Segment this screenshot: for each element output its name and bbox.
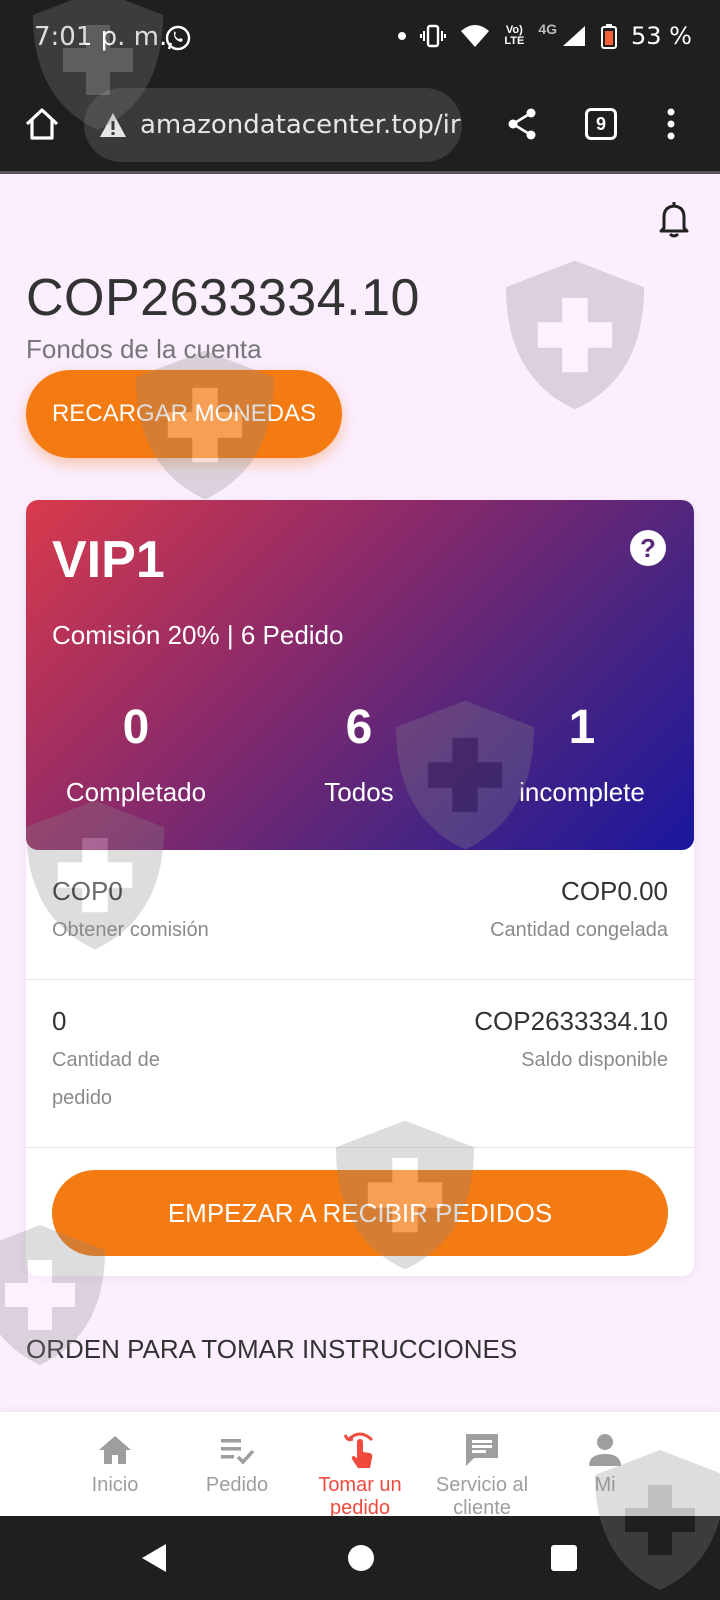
stat-value: 6	[345, 701, 373, 754]
bottom-nav: Inicio Pedido Tomar un pedido Servicio a…	[0, 1412, 720, 1516]
home-button[interactable]	[348, 1545, 374, 1571]
warning-icon[interactable]	[98, 110, 128, 140]
wifi-icon	[461, 25, 490, 47]
orders-value: 0	[52, 1006, 67, 1036]
commission-cell: COP0 Obtener comisión	[52, 876, 209, 941]
nav-label: Servicio al cliente	[435, 1474, 529, 1516]
frozen-cell: COP0.00 Cantidad congelada	[490, 876, 668, 941]
watermark-shield-icon	[505, 260, 645, 410]
commission-row: COP0 Obtener comisión COP0.00 Cantidad c…	[26, 850, 694, 980]
share-icon[interactable]	[504, 106, 540, 142]
orders-cell: 0 Cantidad de pedido	[52, 1006, 160, 1117]
stat-label: Completado	[65, 777, 207, 807]
available-cell: COP2633334.10 Saldo disponible	[474, 1006, 668, 1079]
orders-label: Cantidad de pedido	[52, 1049, 160, 1109]
back-icon[interactable]	[138, 1542, 168, 1574]
frozen-value: COP0.00	[561, 876, 668, 906]
bell-icon[interactable]	[656, 200, 692, 240]
commission-label: Obtener comisión	[52, 919, 209, 941]
home-icon[interactable]	[22, 104, 62, 144]
account-balance-label: Fondos de la cuenta	[26, 334, 262, 364]
whatsapp-icon	[165, 25, 191, 51]
available-label: Saldo disponible	[521, 1049, 668, 1071]
nav-label: Tomar un pedido	[318, 1474, 402, 1516]
browser-toolbar: amazondatacenter.top/ir 9	[0, 80, 720, 174]
stat-all: 6 Todos	[249, 700, 469, 808]
status-bar: 7:01 p. m. Vo) LTE 4G 53 %	[0, 0, 720, 80]
commission-value: COP0	[52, 876, 123, 906]
stat-completed: 0 Completado	[26, 700, 246, 808]
stat-value: 1	[568, 701, 596, 754]
start-orders-button[interactable]: EMPEZAR A RECIBIR PEDIDOS	[52, 1170, 668, 1256]
home-icon	[99, 1436, 131, 1464]
nav-item-mi[interactable]: Mi	[544, 1430, 666, 1497]
stat-label: Todos	[324, 777, 394, 807]
tab-switcher-button[interactable]: 9	[585, 108, 617, 140]
stat-value: 0	[122, 701, 150, 754]
recents-button[interactable]	[551, 1545, 577, 1571]
signal-icon	[563, 26, 586, 46]
available-value: COP2633334.10	[474, 1006, 668, 1036]
nav-item-pedido[interactable]: Pedido	[176, 1430, 298, 1497]
instructions-title: ORDEN PARA TOMAR INSTRUCCIONES	[26, 1334, 518, 1364]
network-4g-label: 4G	[538, 21, 558, 37]
account-balance: COP2633334.10	[26, 269, 420, 327]
nav-item-inicio[interactable]: Inicio	[54, 1430, 176, 1497]
vibrate-icon	[420, 24, 447, 48]
status-time: 7:01 p. m.	[34, 22, 168, 52]
tap-icon	[343, 1432, 374, 1468]
notification-dot	[398, 32, 407, 40]
frozen-label: Cantidad congelada	[490, 919, 668, 941]
nav-item-tomar-pedido[interactable]: Tomar un pedido	[299, 1430, 421, 1516]
more-vert-icon[interactable]	[664, 106, 678, 142]
battery-percent: 53 %	[631, 22, 692, 50]
orders-row: 0 Cantidad de pedido COP2633334.10 Saldo…	[26, 980, 694, 1148]
list-check-icon	[221, 1439, 255, 1465]
nav-item-servicio[interactable]: Servicio al cliente	[421, 1430, 543, 1516]
vip-level: VIP1	[52, 531, 165, 589]
volte-indicator: Vo) LTE	[504, 24, 525, 47]
vip-commission: Comisión 20% | 6 Pedido	[52, 620, 344, 650]
nav-label: Mi	[594, 1474, 616, 1496]
status-indicators: Vo) LTE 4G 53 %	[398, 21, 692, 50]
person-icon	[589, 1434, 621, 1466]
recharge-button[interactable]: RECARGAR MONEDAS	[26, 370, 342, 458]
vip-card: VIP1 ? Comisión 20% | 6 Pedido 0 Complet…	[26, 500, 694, 1276]
battery-icon	[601, 24, 618, 49]
help-icon[interactable]: ?	[630, 530, 666, 566]
vip-banner: VIP1 ? Comisión 20% | 6 Pedido 0 Complet…	[26, 500, 694, 850]
system-nav-bar	[0, 1516, 720, 1600]
chat-icon	[466, 1434, 498, 1466]
nav-label: Pedido	[205, 1474, 269, 1496]
stat-incomplete: 1 incomplete	[472, 700, 692, 808]
url-text[interactable]: amazondatacenter.top/ir	[140, 110, 461, 140]
address-bar[interactable]: amazondatacenter.top/ir	[84, 88, 462, 162]
stat-label: incomplete	[519, 777, 645, 807]
nav-label: Inicio	[91, 1474, 139, 1496]
